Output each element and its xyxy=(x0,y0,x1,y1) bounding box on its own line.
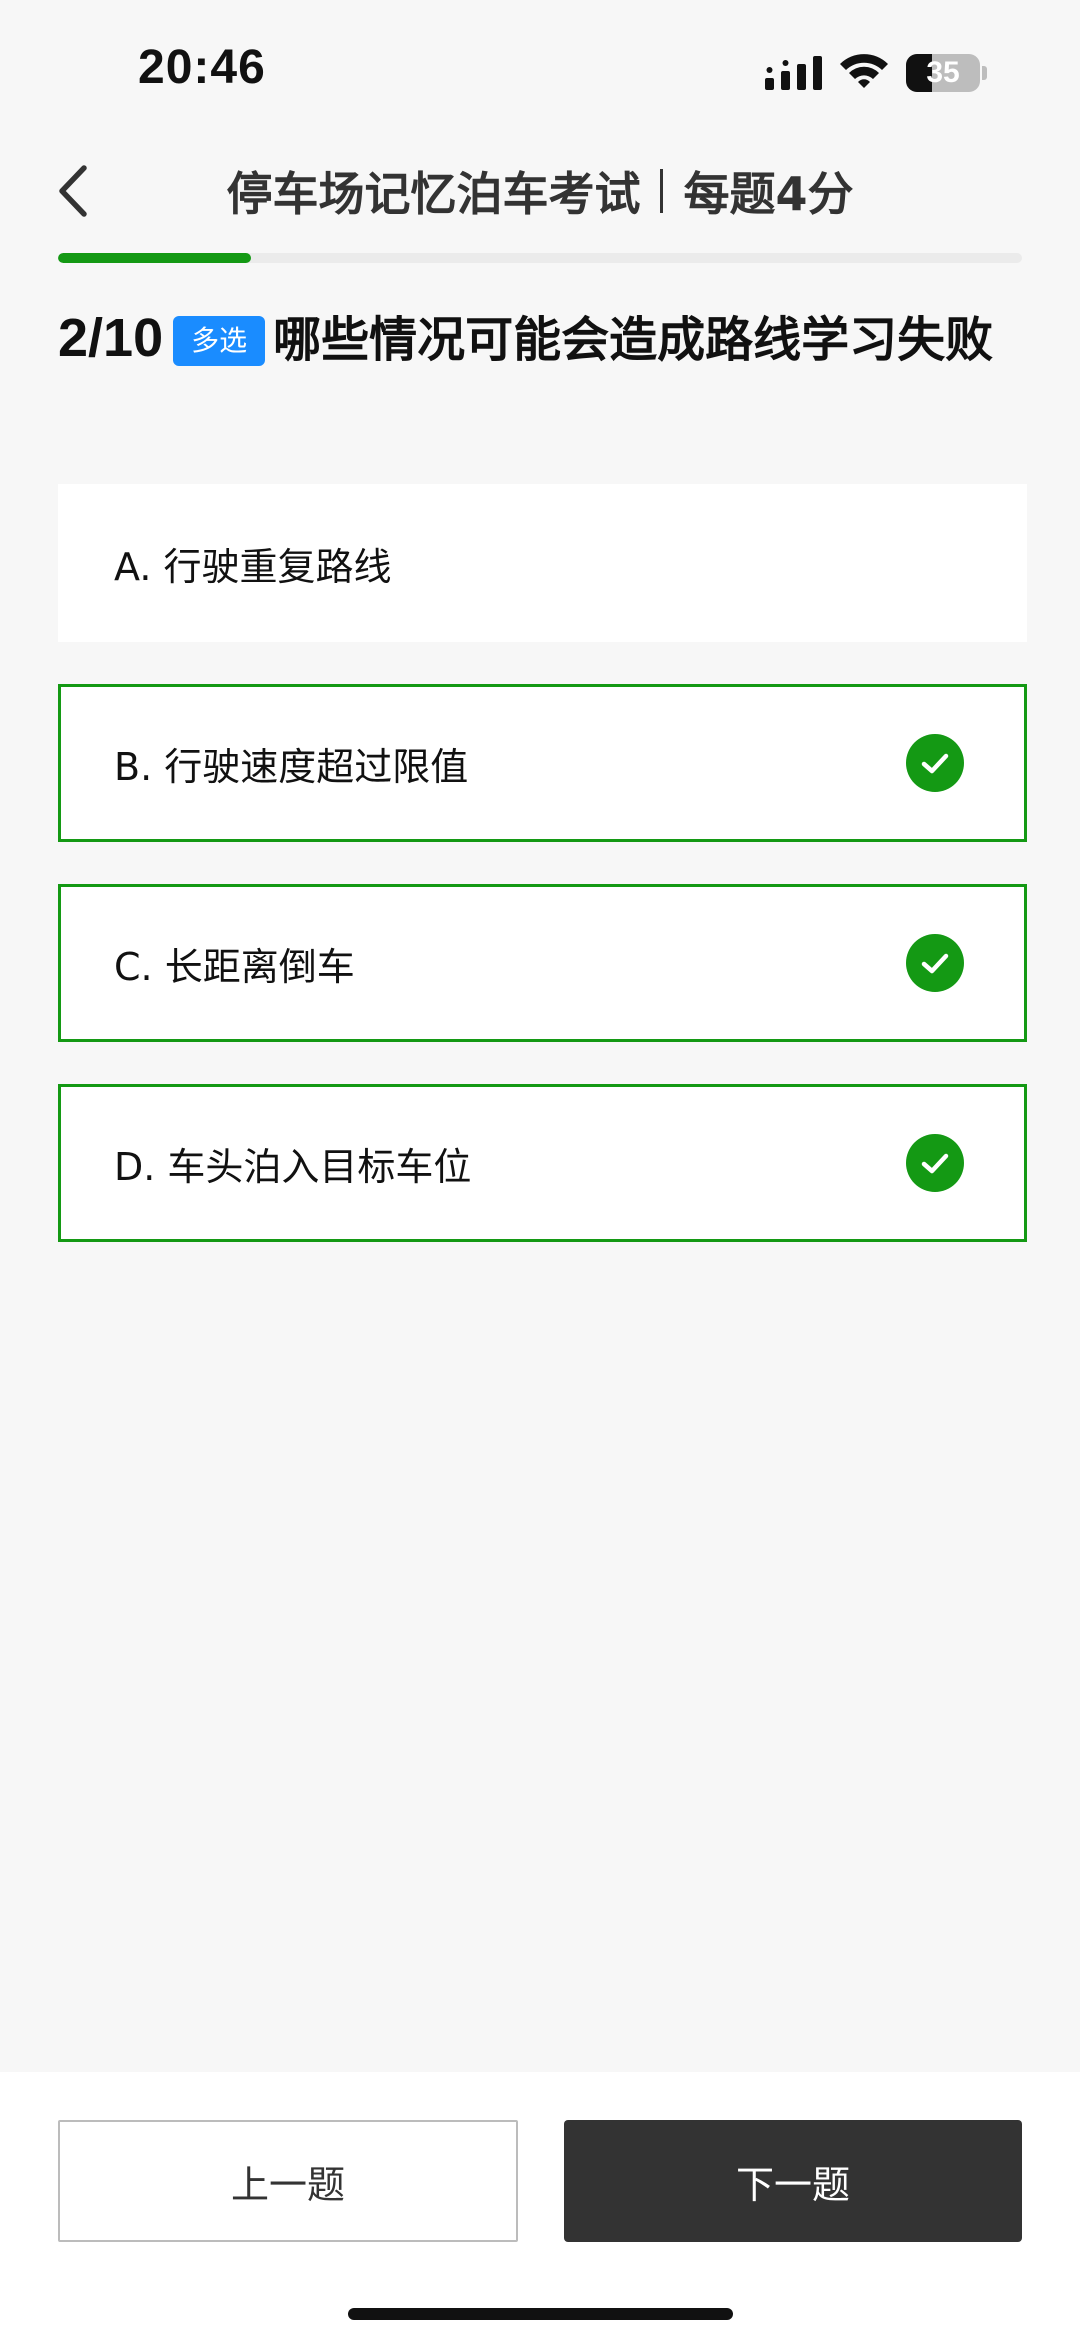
title-divider xyxy=(660,169,664,213)
home-indicator[interactable] xyxy=(348,2308,733,2320)
prev-question-button[interactable]: 上一题 xyxy=(58,2120,518,2242)
option-label: C. 长距离倒车 xyxy=(114,944,355,989)
battery-icon: 35 xyxy=(906,54,988,92)
question-text: 哪些情况可能会造成路线学习失败 xyxy=(273,312,994,368)
bottom-bar: 上一题 下一题 xyxy=(0,2072,1080,2341)
exam-title: 停车场记忆泊车考试 xyxy=(226,167,641,221)
status-time: 20:46 xyxy=(138,41,266,94)
check-circle-icon xyxy=(906,734,964,792)
question: 2/10 多选 哪些情况可能会造成路线学习失败 xyxy=(58,306,1022,372)
battery-level-text: 35 xyxy=(926,56,960,89)
signal-icon xyxy=(765,56,822,90)
progress-bar xyxy=(58,253,1022,263)
option-label: D. 车头泊入目标车位 xyxy=(114,1144,472,1189)
battery-body: 35 xyxy=(906,54,980,92)
check-circle-icon xyxy=(906,1134,964,1192)
question-number: 2/10 xyxy=(58,308,164,368)
option-c[interactable]: C. 长距离倒车 xyxy=(58,884,1027,1042)
exam-screen: 20:46 35 停车场记忆泊车考试 每题4分 2/10 多选 哪些情况可能会造… xyxy=(0,0,1080,2341)
score-per-question: 每题4分 xyxy=(683,167,854,221)
page-title: 停车场记忆泊车考试 每题4分 xyxy=(120,158,960,224)
progress-fill xyxy=(58,253,251,263)
option-label: A. 行驶重复路线 xyxy=(114,544,392,589)
option-label: B. 行驶速度超过限值 xyxy=(114,744,469,789)
option-d[interactable]: D. 车头泊入目标车位 xyxy=(58,1084,1027,1242)
option-b[interactable]: B. 行驶速度超过限值 xyxy=(58,684,1027,842)
next-question-button[interactable]: 下一题 xyxy=(564,2120,1022,2242)
chevron-left-icon xyxy=(59,165,87,217)
check-circle-icon xyxy=(906,934,964,992)
battery-cap xyxy=(982,66,987,80)
back-button[interactable] xyxy=(46,158,106,224)
option-a[interactable]: A. 行驶重复路线 xyxy=(58,484,1027,642)
wifi-icon xyxy=(840,54,888,88)
status-bar: 20:46 35 xyxy=(0,0,1080,140)
question-type-badge: 多选 xyxy=(173,316,266,366)
